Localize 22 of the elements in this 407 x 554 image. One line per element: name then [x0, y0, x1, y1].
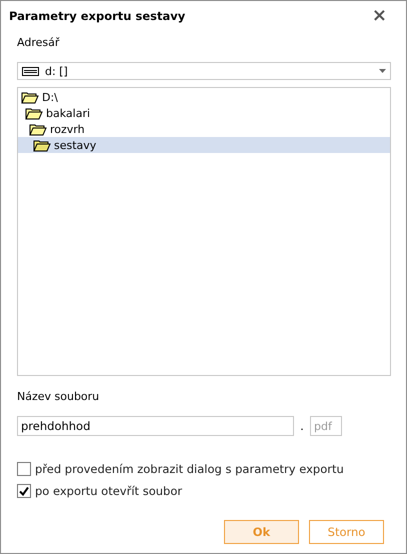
folder-icon: [25, 106, 43, 120]
folder-icon: [33, 138, 51, 152]
checkbox[interactable]: [17, 484, 31, 498]
field-label: Název souboru: [17, 390, 100, 405]
tree-item[interactable]: D:\: [18, 89, 390, 105]
field-label: Adresář: [17, 36, 60, 51]
tree-item[interactable]: sestavy: [18, 137, 390, 153]
folder-icon: [29, 122, 47, 136]
filename-field[interactable]: prehdohhod: [17, 416, 294, 436]
folder-icon: [21, 90, 39, 104]
close-button[interactable]: ×: [368, 7, 391, 25]
extension-separator: .: [299, 420, 305, 432]
window-title: Parametry exportu sestavy: [9, 9, 186, 23]
checkbox-label: po exportu otevřít soubor: [35, 484, 182, 498]
check-icon: [19, 486, 29, 496]
tree-item[interactable]: rozvrh: [18, 121, 390, 137]
checkbox-label: před provedením zobrazit dialog s parametry exportu: [35, 462, 344, 476]
tree-item[interactable]: bakalari: [18, 105, 390, 121]
drive-dropdown[interactable]: d: []: [17, 62, 391, 80]
checkbox[interactable]: [17, 462, 31, 476]
caret-icon: [379, 69, 386, 73]
drive-icon: [22, 66, 39, 76]
